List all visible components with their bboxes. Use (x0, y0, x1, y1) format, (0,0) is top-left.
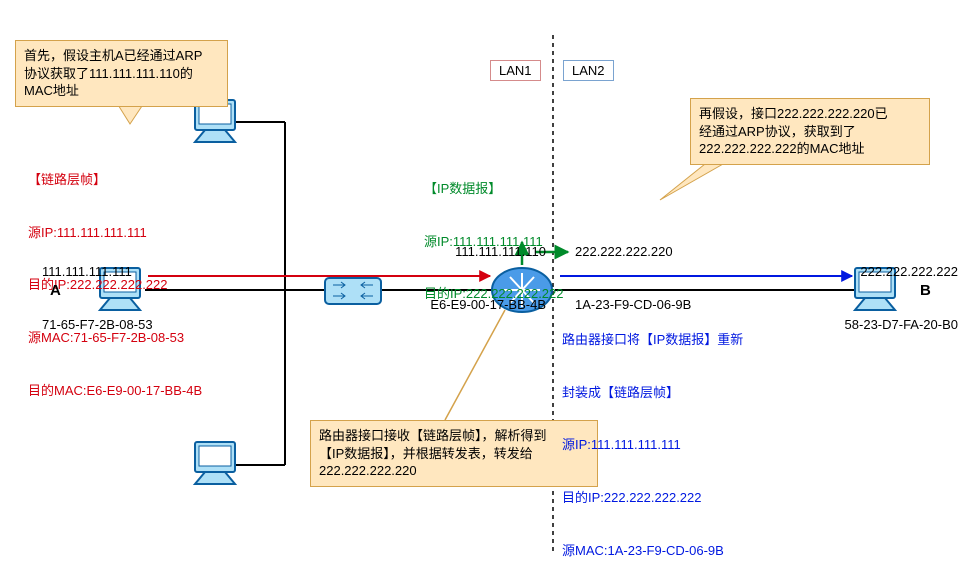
host-a-ip: 111.111.111.111 (42, 263, 153, 281)
switch-icon (325, 278, 381, 304)
host-b-mac: 58-23-D7-FA-20-B0 (818, 316, 958, 334)
host-a-mac: 71-65-F7-2B-08-53 (42, 316, 153, 334)
host-bottom-icon (195, 442, 235, 484)
frame-b-dst-ip: 目的IP:222.222.222.222 (562, 489, 743, 507)
router-right-ip: 222.222.222.220 (575, 243, 691, 261)
callout-host-a-text: 首先，假设主机A已经通过ARP 协议获取了111.111.111.110的 MA… (24, 48, 202, 98)
router-left-mac: E6-E9-00-17-BB-4B (396, 296, 546, 314)
lan2-label: LAN2 (563, 60, 614, 81)
ipgram-title: 【IP数据报】 (424, 180, 564, 198)
frame-b-src-ip: 源IP:111.111.111.111 (562, 436, 743, 454)
callout-router-text: 路由器接口接收【链路层帧】，解析得到 【IP数据报】，并根据转发表，转发给 22… (319, 428, 547, 478)
router-left-ip: 111.111.111.110 (396, 243, 546, 261)
host-b-label: B (920, 282, 931, 299)
frame-b-block: 路由器接口将【IP数据报】重新 封装成【链路层帧】 源IP:111.111.11… (562, 296, 743, 567)
callout-host-b-text: 再假设，接口222.222.222.220已 经通过ARP协议，获取到了 222… (699, 106, 888, 156)
frame-a-title: 【链路层帧】 (28, 171, 202, 189)
host-a-label: A (50, 282, 61, 299)
frame-b-src-mac: 源MAC:1A-23-F9-CD-06-9B (562, 542, 743, 560)
lan1-label: LAN1 (490, 60, 541, 81)
frame-b-line0: 路由器接口将【IP数据报】重新 (562, 331, 743, 349)
frame-a-dst-mac: 目的MAC:E6-E9-00-17-BB-4B (28, 382, 202, 400)
host-b-ip: 222.222.222.222 (818, 263, 958, 281)
frame-b-line1: 封装成【链路层帧】 (562, 384, 743, 402)
callout-host-a: 首先，假设主机A已经通过ARP 协议获取了111.111.111.110的 MA… (15, 40, 228, 107)
callout-b-tail (660, 160, 730, 200)
router-left-info: 111.111.111.110 E6-E9-00-17-BB-4B (396, 208, 546, 331)
callout-router: 路由器接口接收【链路层帧】，解析得到 【IP数据报】，并根据转发表，转发给 22… (310, 420, 598, 487)
host-b-info: 222.222.222.222 58-23-D7-FA-20-B0 (818, 228, 958, 351)
callout-host-b: 再假设，接口222.222.222.220已 经通过ARP协议，获取到了 222… (690, 98, 930, 165)
